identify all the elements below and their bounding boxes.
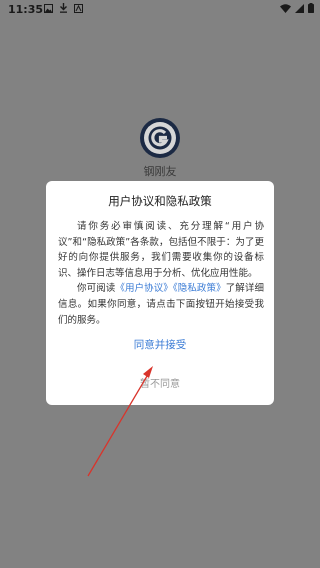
- dialog-paragraph-1: 请你务必审慎阅读、充分理解“用户协议”和“隐私政策”各条款，包括但不限于：为了更…: [58, 221, 264, 279]
- user-agreement-link[interactable]: 《用户协议》: [115, 283, 173, 294]
- agree-button[interactable]: 同意并接受: [46, 337, 274, 352]
- app-logo: [140, 118, 180, 158]
- notification-icons: [44, 3, 83, 13]
- dialog-paragraph-2: 你可阅读《用户协议》《隐私政策》了解详细信息。如果你同意，请点击下面按钮开始接受…: [58, 281, 264, 328]
- app-name: 钢刚友: [143, 165, 177, 178]
- status-time: 11:35: [8, 3, 44, 16]
- image-icon: [44, 3, 53, 13]
- status-bar: 11:35: [0, 0, 320, 20]
- system-icons: [280, 3, 314, 13]
- privacy-dialog: 用户协议和隐私政策 请你务必审慎阅读、充分理解“用户协议”和“隐私政策”各条款，…: [46, 181, 274, 405]
- signal-icon: [295, 3, 304, 13]
- disagree-button[interactable]: 暂不同意: [46, 375, 274, 390]
- download-icon: [60, 3, 67, 13]
- dialog-body: 请你务必审慎阅读、充分理解“用户协议”和“隐私政策”各条款，包括但不限于：为了更…: [58, 219, 264, 328]
- battery-icon: [308, 3, 314, 13]
- dialog-title: 用户协议和隐私政策: [108, 194, 212, 208]
- app-icon: [74, 3, 83, 13]
- para2-prefix: 你可阅读: [77, 283, 116, 295]
- wifi-icon: [280, 3, 291, 13]
- privacy-policy-link[interactable]: 《隐私政策》: [173, 283, 226, 294]
